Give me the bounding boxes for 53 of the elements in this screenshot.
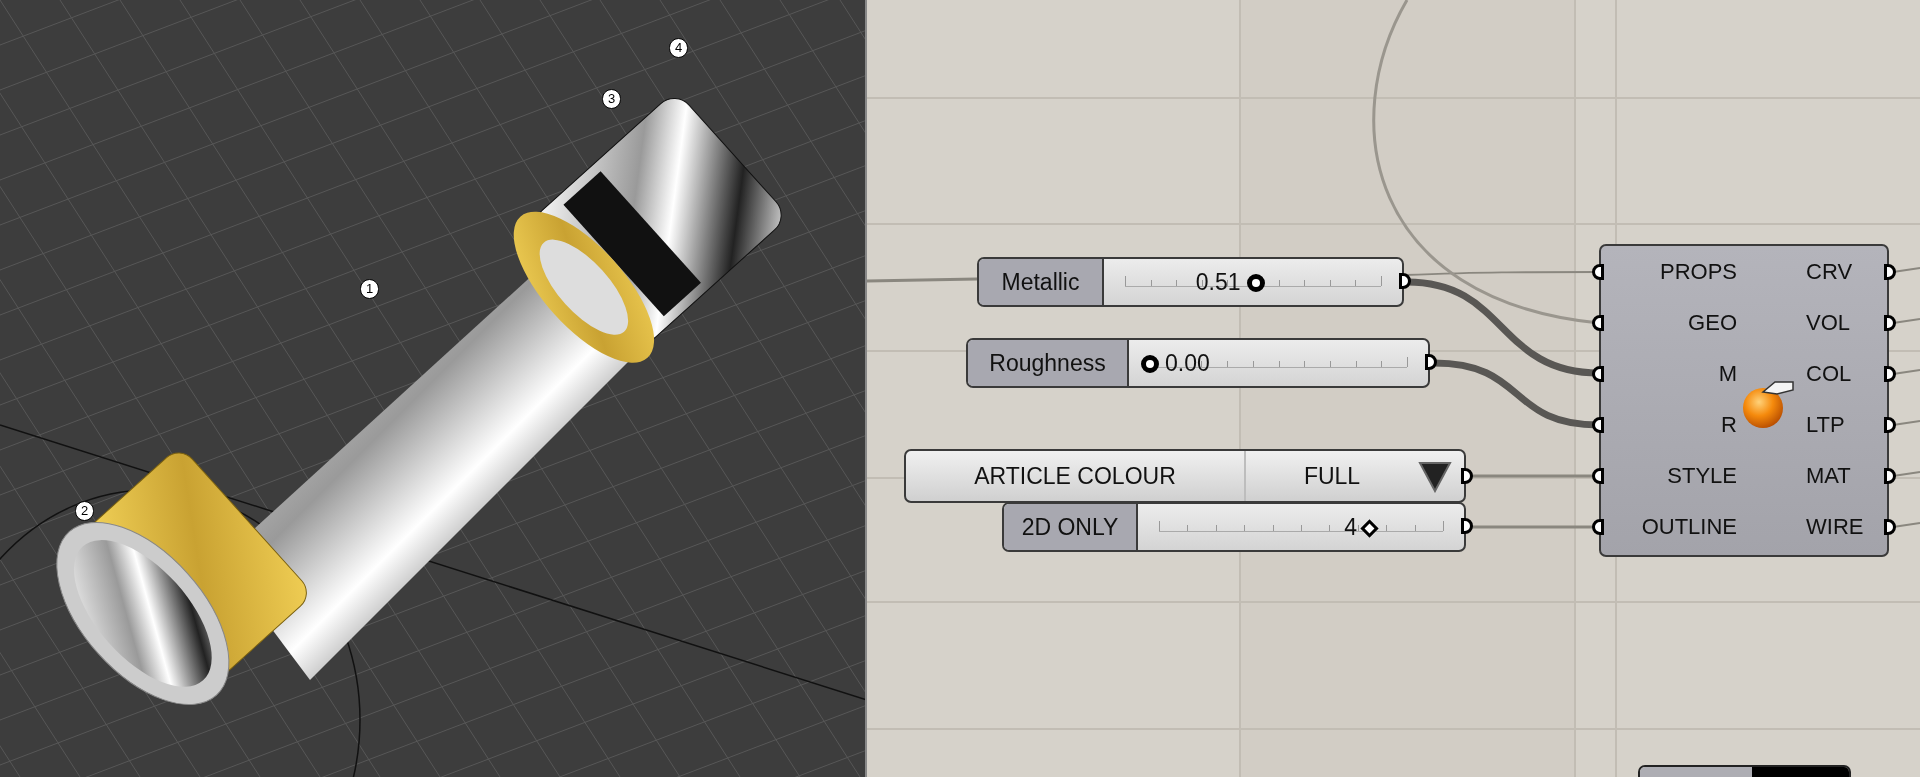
output-port[interactable] xyxy=(1884,264,1896,280)
input-parameter[interactable]: OUTLINE xyxy=(1641,514,1737,540)
input-port[interactable] xyxy=(1592,264,1604,280)
output-port[interactable] xyxy=(1884,519,1896,535)
input-port[interactable] xyxy=(1592,315,1604,331)
3d-viewport[interactable]: 1 2 3 4 xyxy=(0,0,867,777)
input-parameter[interactable]: GEO xyxy=(1688,310,1737,336)
output-port[interactable] xyxy=(1461,518,1473,534)
slider-value: 0.00 xyxy=(1165,349,1210,377)
round-slider-knob[interactable] xyxy=(1246,274,1265,292)
input-parameter[interactable]: PROPS xyxy=(1659,259,1737,285)
input-port[interactable] xyxy=(1592,417,1604,433)
input-port[interactable] xyxy=(1592,519,1604,535)
dropdown-triangle-icon[interactable] xyxy=(1418,459,1452,493)
round-slider-knob[interactable] xyxy=(1141,355,1159,373)
input-parameter[interactable]: R xyxy=(1721,412,1737,438)
output-parameter[interactable]: VOL xyxy=(1806,310,1851,336)
component-node[interactable]: PROPS GEO M R STYLE OUTLINE CRV VOL COL LTP MAT WIRE xyxy=(1599,244,1889,557)
slider-value: 4 xyxy=(1344,513,1357,541)
slider-value: 0.51 xyxy=(1195,268,1241,296)
output-parameter[interactable]: CRV xyxy=(1806,259,1853,285)
number-slider[interactable]: Roughness 0.00 xyxy=(966,338,1430,388)
value-list-label: ARTICLE COLOUR xyxy=(906,451,1246,501)
callout-label: 1 xyxy=(360,279,380,299)
input-parameter[interactable]: M xyxy=(1718,361,1737,387)
output-port[interactable] xyxy=(1425,354,1437,370)
slider-label: Roughness xyxy=(968,340,1129,386)
value-list-value: FULL xyxy=(1302,461,1362,491)
slider-track[interactable]: 0.00 xyxy=(1141,340,1416,386)
output-port[interactable] xyxy=(1884,417,1896,433)
output-parameter[interactable]: LTP xyxy=(1806,412,1845,438)
callout-label: 2 xyxy=(75,501,95,521)
output-parameter[interactable]: COL xyxy=(1806,361,1852,387)
output-port[interactable] xyxy=(1884,366,1896,382)
slider-track[interactable]: 0.51 xyxy=(1116,259,1390,305)
callout-label: 3 xyxy=(602,89,622,109)
slider-track[interactable]: 4 xyxy=(1150,504,1452,550)
slider-label: 2D ONLY xyxy=(1004,504,1138,550)
output-port[interactable] xyxy=(1884,315,1896,331)
output-port[interactable] xyxy=(1399,273,1411,289)
output-parameter[interactable]: WIRE xyxy=(1806,514,1864,540)
output-port[interactable] xyxy=(1461,468,1473,484)
slider-label: Metallic xyxy=(979,259,1104,305)
number-slider[interactable]: 2D ONLY 4 xyxy=(1002,502,1466,552)
value-list-dropdown[interactable]: ARTICLE COLOUR FULL xyxy=(904,449,1466,503)
output-parameter[interactable]: MAT xyxy=(1806,463,1851,489)
input-port[interactable] xyxy=(1592,468,1604,484)
output-port[interactable] xyxy=(1884,468,1896,484)
callout-label: 4 xyxy=(669,38,689,58)
node-canvas[interactable]: Metallic 0.51 Roughness 0.00 2D ONLY 4 ARTICLE COLOUR FULL PROPS GEO M R STYLE OUTLINE CRV VOL COL LTP MAT WIRE xyxy=(867,0,1920,777)
input-port[interactable] xyxy=(1592,366,1604,382)
number-slider[interactable]: Metallic 0.51 xyxy=(977,257,1404,307)
input-parameter[interactable]: STYLE xyxy=(1667,463,1737,489)
